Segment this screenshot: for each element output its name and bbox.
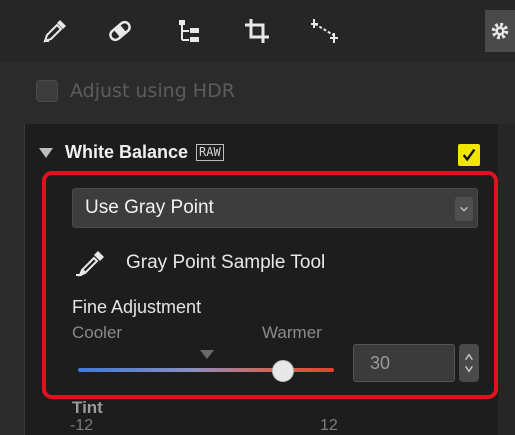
hierarchy-tool-button[interactable] <box>172 14 206 48</box>
straighten-icon <box>311 19 338 43</box>
raw-badge: RAW <box>196 144 224 161</box>
edit-panel: Adjust using HDR White Balance RAW Use G… <box>0 0 515 435</box>
collapse-triangle-icon[interactable] <box>39 147 53 158</box>
scrollbar[interactable] <box>498 124 515 435</box>
dropper-edit-tool-button[interactable] <box>38 14 72 48</box>
tint-max-label: 12 <box>320 417 338 434</box>
hdr-label: Adjust using HDR <box>70 80 235 102</box>
checkmark-icon <box>462 148 476 162</box>
tint-label: Tint <box>72 398 103 417</box>
section-title: White Balance <box>65 142 189 162</box>
white-balance-header[interactable]: White Balance RAW <box>39 142 224 163</box>
white-balance-enable-checkbox[interactable] <box>458 144 480 166</box>
retouch-tool-button[interactable] <box>103 14 137 48</box>
hdr-option-row: Adjust using HDR <box>36 76 235 106</box>
hierarchy-icon <box>179 20 199 42</box>
straighten-tool-button[interactable] <box>308 14 342 48</box>
tool-toolbar <box>0 0 515 62</box>
tint-min-label: -12 <box>70 417 94 434</box>
settings-button[interactable] <box>485 10 515 52</box>
dropper-edit-icon <box>43 20 66 43</box>
highlight-callout-box <box>42 171 498 399</box>
crop-icon <box>245 19 269 43</box>
hdr-checkbox[interactable] <box>36 80 58 102</box>
crop-tool-button[interactable] <box>240 14 274 48</box>
retouch-bandage-icon <box>109 20 131 42</box>
gear-icon <box>491 22 509 40</box>
